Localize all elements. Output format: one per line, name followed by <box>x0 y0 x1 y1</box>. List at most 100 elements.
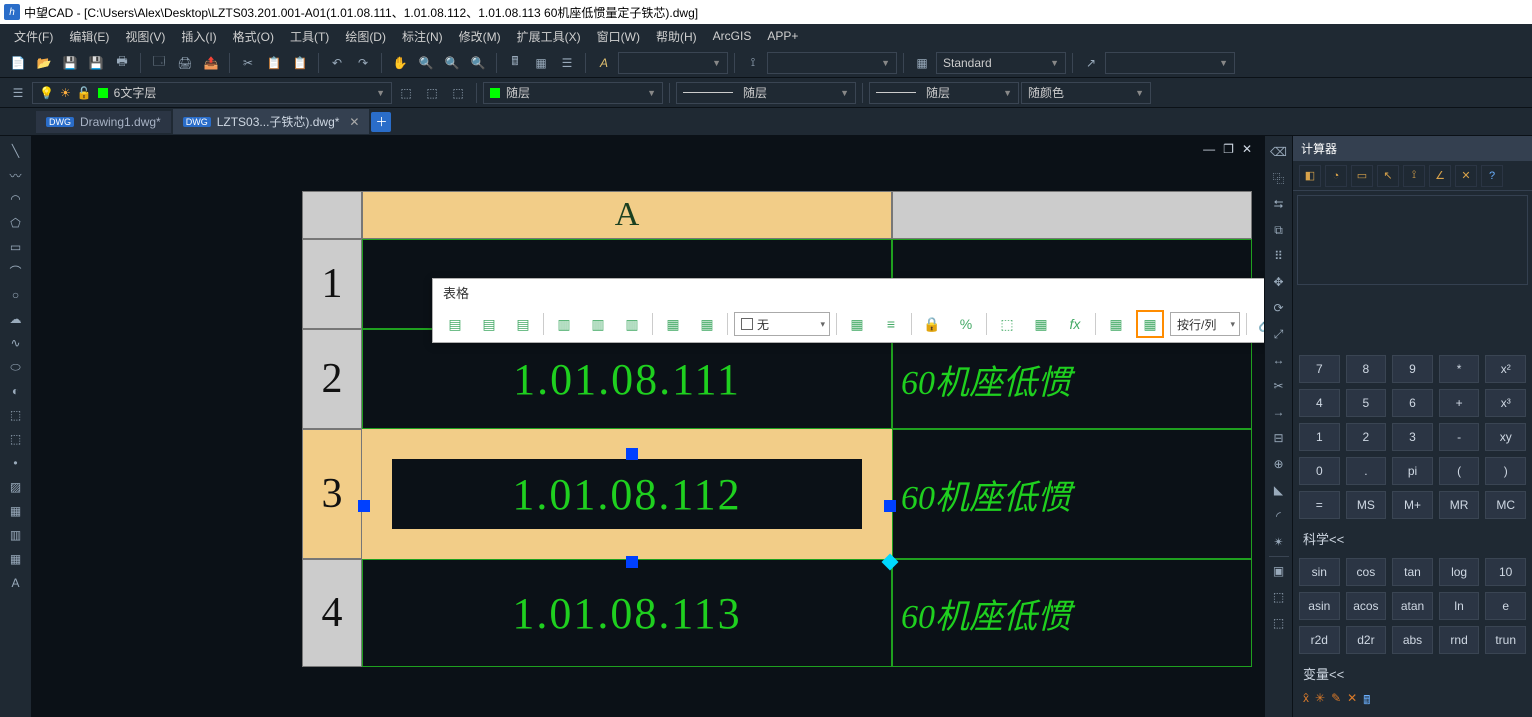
calc-key-xy[interactable]: xy <box>1485 423 1526 451</box>
polygon-icon[interactable]: ⬠ <box>5 212 27 234</box>
new-tab-icon[interactable]: ＋ <box>371 112 391 132</box>
align-icon[interactable]: ≡ <box>877 310 905 338</box>
explode-icon[interactable]: ✴ <box>1267 530 1291 554</box>
calc-key-5[interactable]: 5 <box>1346 389 1387 417</box>
insert-icon[interactable]: ⬚ <box>5 428 27 450</box>
gradient-icon[interactable]: ▦ <box>5 500 27 522</box>
fill-combo[interactable]: 无 <box>734 312 830 336</box>
minimize-icon[interactable]: — <box>1203 142 1215 156</box>
cut-icon[interactable]: ✂ <box>236 51 260 75</box>
polyline-icon[interactable]: 〰 <box>5 164 27 186</box>
calc-pick-icon[interactable]: ↖ <box>1377 165 1399 187</box>
block-icon[interactable]: ⬚ <box>5 404 27 426</box>
group-icon[interactable]: ⬚ <box>1267 585 1291 609</box>
color-combo[interactable]: 随层▼ <box>483 82 663 104</box>
point-icon[interactable]: • <box>5 452 27 474</box>
calc-key-MC[interactable]: MC <box>1485 491 1526 519</box>
copy-icon[interactable]: 📋 <box>262 51 286 75</box>
move-icon[interactable]: ✥ <box>1267 270 1291 294</box>
break-icon[interactable]: ⊟ <box>1267 426 1291 450</box>
menu-edit[interactable]: 编辑(E) <box>63 26 115 47</box>
calc-dist-icon[interactable]: ⟟ <box>1403 165 1425 187</box>
menu-arcgis[interactable]: ArcGIS <box>707 27 758 45</box>
calc-key-asin[interactable]: asin <box>1299 592 1340 620</box>
menu-modify[interactable]: 修改(M) <box>453 26 507 47</box>
calc-key-trun[interactable]: trun <box>1485 626 1526 654</box>
calc-key-M[interactable]: M+ <box>1392 491 1433 519</box>
calc-clear-icon[interactable]: ◧ <box>1299 165 1321 187</box>
restore-icon[interactable]: ❐ <box>1223 142 1234 156</box>
calc-x-icon[interactable]: ✕ <box>1455 165 1477 187</box>
menu-ext[interactable]: 扩展工具(X) <box>511 26 587 47</box>
spline-icon[interactable]: ∿ <box>5 332 27 354</box>
draworder-icon[interactable]: ▣ <box>1267 559 1291 583</box>
calc-key-d2r[interactable]: d2r <box>1346 626 1387 654</box>
ellipse-arc-icon[interactable]: ◐ <box>5 380 27 402</box>
tab-drawing1[interactable]: DWG Drawing1.dwg* <box>36 111 171 133</box>
ungroup-icon[interactable]: ⬚ <box>1267 611 1291 635</box>
calc-key-MR[interactable]: MR <box>1439 491 1480 519</box>
region-icon[interactable]: ▥ <box>5 524 27 546</box>
text-icon[interactable]: A <box>592 51 616 75</box>
pan-icon[interactable]: ✋ <box>388 51 412 75</box>
open-icon[interactable]: 📂 <box>32 51 56 75</box>
calc-key-3[interactable]: 3 <box>1392 423 1433 451</box>
menu-dim[interactable]: 标注(N) <box>396 26 449 47</box>
calc-key-4[interactable]: 4 <box>1299 389 1340 417</box>
save-icon[interactable]: 💾 <box>58 51 82 75</box>
var-calc-icon[interactable]: 🖩 <box>1363 691 1370 712</box>
calc-sci-label[interactable]: 科学<< <box>1293 525 1532 552</box>
undo-icon[interactable]: ↶ <box>325 51 349 75</box>
calc-key-[interactable]: * <box>1439 355 1480 383</box>
textstyle-combo[interactable]: ▼ <box>618 52 728 74</box>
saveall-icon[interactable]: 💾 <box>84 51 108 75</box>
calc-key-acos[interactable]: acos <box>1346 592 1387 620</box>
lock-icon[interactable]: 🔒 <box>918 310 946 338</box>
delete-row-icon[interactable]: ▤ <box>509 310 537 338</box>
lineweight-combo[interactable]: 随层▼ <box>869 82 1019 104</box>
tablestyle-combo[interactable]: Standard▼ <box>936 52 1066 74</box>
preview-icon[interactable]: 🗔 <box>147 51 171 75</box>
calc-help-icon[interactable]: ? <box>1481 165 1503 187</box>
arc2-icon[interactable]: ⌒ <box>5 260 27 282</box>
calc-key-[interactable]: - <box>1439 423 1480 451</box>
block-insert-icon[interactable]: ⬚ <box>993 310 1021 338</box>
calc-icon[interactable]: 🖩 <box>503 51 527 75</box>
trim-icon[interactable]: ✂ <box>1267 374 1291 398</box>
publish-icon[interactable]: 📤 <box>199 51 223 75</box>
dim-style-icon[interactable]: ⟟ <box>741 51 765 75</box>
var-edit-icon[interactable]: ✎ <box>1331 691 1341 712</box>
zoom-extents-icon[interactable]: 🔍 <box>466 51 490 75</box>
table-draw-icon[interactable]: ▦ <box>5 548 27 570</box>
copy2-icon[interactable]: ⿻ <box>1267 166 1291 190</box>
layer-combo[interactable]: 💡 ☀ 🔓 6文字层 ▼ <box>32 82 392 104</box>
calc-angle-icon[interactable]: ∠ <box>1429 165 1451 187</box>
calc-key-abs[interactable]: abs <box>1392 626 1433 654</box>
field-icon[interactable]: ▦ <box>1027 310 1055 338</box>
insert-col-right-icon[interactable]: ▥ <box>584 310 612 338</box>
menu-format[interactable]: 格式(O) <box>227 26 280 47</box>
drawing-canvas[interactable]: — ❐ ✕ A 1 2 1.01.08.111 60机座低惯 <box>32 136 1264 717</box>
erase-icon[interactable]: ⌫ <box>1267 140 1291 164</box>
layer-match-icon[interactable]: ⬚ <box>446 81 470 105</box>
menu-insert[interactable]: 插入(I) <box>175 26 222 47</box>
line-icon[interactable]: ╲ <box>5 140 27 162</box>
calc-key-x[interactable]: x³ <box>1485 389 1526 417</box>
calc-key-7[interactable]: 7 <box>1299 355 1340 383</box>
chamfer-icon[interactable]: ◣ <box>1267 478 1291 502</box>
insert-row-above-icon[interactable]: ▤ <box>441 310 469 338</box>
redo-icon[interactable]: ↷ <box>351 51 375 75</box>
new-icon[interactable]: 📄 <box>6 51 30 75</box>
offset-icon[interactable]: ⧉ <box>1267 218 1291 242</box>
paste-icon[interactable]: 📋 <box>288 51 312 75</box>
calc-key-[interactable]: . <box>1346 457 1387 485</box>
calc-key-atan[interactable]: atan <box>1392 592 1433 620</box>
menu-view[interactable]: 视图(V) <box>119 26 171 47</box>
mleader-combo[interactable]: ▼ <box>1105 52 1235 74</box>
insert-row-below-icon[interactable]: ▤ <box>475 310 503 338</box>
fillet-icon[interactable]: ◜ <box>1267 504 1291 528</box>
calc-key-x[interactable]: x² <box>1485 355 1526 383</box>
menu-file[interactable]: 文件(F) <box>8 26 59 47</box>
table-icon[interactable]: ▦ <box>529 51 553 75</box>
revcloud-icon[interactable]: ☁ <box>5 308 27 330</box>
